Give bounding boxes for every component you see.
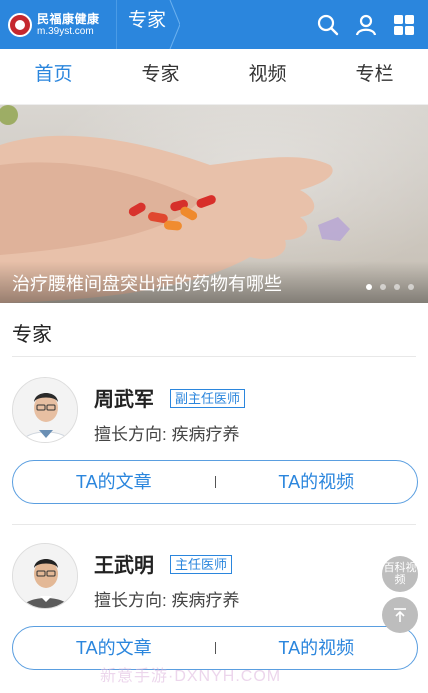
- expert-avatar[interactable]: [12, 377, 78, 443]
- expert-title-badge: 主任医师: [170, 555, 233, 574]
- logo-badge-icon: [8, 12, 32, 37]
- carousel-dot[interactable]: [366, 284, 372, 290]
- expert-name[interactable]: 周武军: [94, 383, 154, 412]
- tab-experts[interactable]: 专家: [107, 49, 214, 104]
- arrow-up-icon: [394, 608, 406, 622]
- expert-avatar[interactable]: [12, 543, 78, 609]
- expert-name[interactable]: 王武明: [94, 549, 154, 578]
- expert-specialty: 擅长方向: 疾病疗养: [94, 425, 240, 444]
- header-title: 专家: [128, 10, 167, 31]
- expert-title-badge: 副主任医师: [170, 389, 246, 408]
- carousel-dots: [366, 284, 414, 290]
- encyclopedia-video-button[interactable]: 百科视频: [382, 556, 418, 592]
- tab-home[interactable]: 首页: [0, 49, 107, 104]
- tab-columns[interactable]: 专栏: [321, 49, 428, 104]
- logo-text-cn: 民福康健康: [37, 11, 100, 26]
- expert-specialty: 擅长方向: 疾病疗养: [94, 591, 240, 610]
- section-title: 专家: [12, 324, 52, 346]
- top-header: 民福康健康 m.39yst.com 专家: [0, 0, 428, 49]
- carousel-dot[interactable]: [380, 284, 386, 290]
- back-to-top-button[interactable]: [382, 597, 418, 633]
- card-divider: [12, 524, 416, 525]
- expert-actions: TA的文章 TA的视频: [12, 460, 418, 504]
- section-divider: [12, 356, 416, 357]
- carousel-dot[interactable]: [394, 284, 400, 290]
- user-icon[interactable]: [354, 13, 378, 37]
- carousel-dot[interactable]: [408, 284, 414, 290]
- search-icon[interactable]: [316, 13, 340, 37]
- banner-title[interactable]: 治疗腰椎间盘突出症的药物有哪些: [12, 270, 282, 296]
- grid-icon[interactable]: [392, 13, 416, 37]
- logo-text-en: m.39yst.com: [37, 25, 94, 37]
- articles-button[interactable]: TA的文章: [13, 460, 215, 504]
- site-logo[interactable]: 民福康健康 m.39yst.com: [0, 0, 116, 49]
- watermark: 新意手游·DXNYH.COM: [100, 668, 282, 685]
- nav-tabs: 首页 专家 视频 专栏: [0, 49, 428, 105]
- videos-button[interactable]: TA的视频: [216, 460, 418, 504]
- tab-videos[interactable]: 视频: [214, 49, 321, 104]
